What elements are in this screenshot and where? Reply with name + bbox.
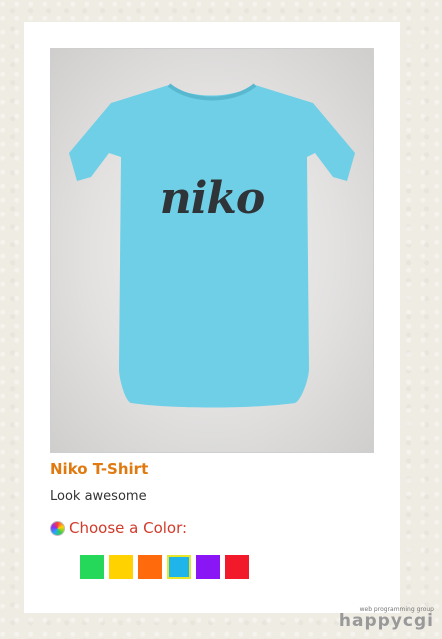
tshirt-shape (69, 85, 355, 408)
color-wheel-icon (50, 520, 65, 536)
shirt-logo-text: niko (159, 173, 266, 224)
watermark-logo: web programming group happycgi (338, 606, 434, 631)
watermark-brand: happycgi (338, 611, 434, 631)
color-chooser: Choose a Color: (50, 519, 187, 537)
product-description: Look awesome (50, 489, 147, 504)
swatch-purple[interactable] (196, 555, 220, 579)
swatch-orange[interactable] (138, 555, 162, 579)
product-image[interactable]: niko (50, 48, 374, 453)
product-card: niko Niko T-Shirt Look awesome Choose a … (24, 22, 400, 613)
swatch-green[interactable] (80, 555, 104, 579)
tshirt-image (69, 83, 355, 408)
color-swatches (80, 555, 249, 579)
swatch-red[interactable] (225, 555, 249, 579)
choose-color-label: Choose a Color: (69, 519, 188, 537)
swatch-blue[interactable] (167, 555, 191, 579)
swatch-yellow[interactable] (109, 555, 133, 579)
product-title[interactable]: Niko T-Shirt (50, 460, 148, 478)
